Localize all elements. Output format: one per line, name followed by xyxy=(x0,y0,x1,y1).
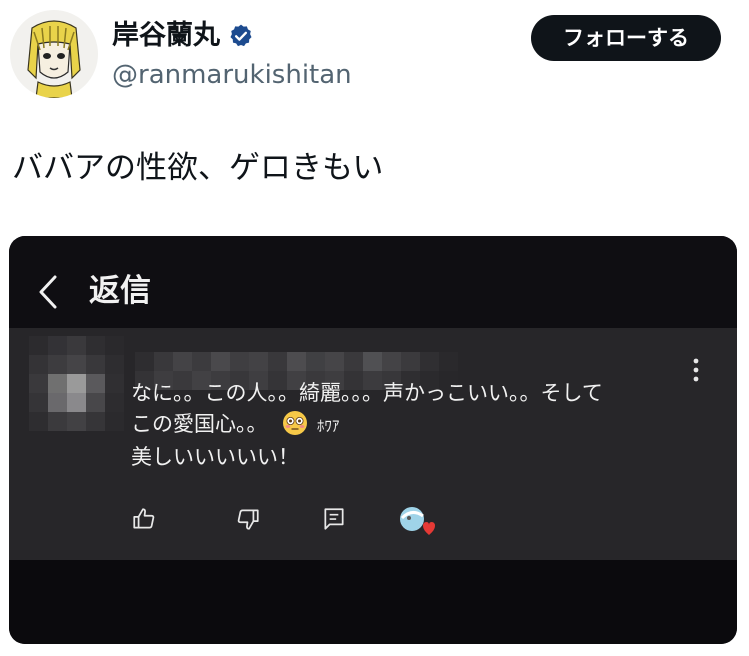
mosaic-cell xyxy=(105,374,124,393)
comment-line-2: この愛国心。。 ﾎﾜｱ xyxy=(131,409,603,442)
dislike-icon[interactable] xyxy=(235,506,261,532)
comment-text: なに。。この人。。綺麗。。。声かっこいい。。そして この愛国心。。 ﾎﾜｱ 美し… xyxy=(131,378,603,473)
mosaic-cell xyxy=(48,355,67,374)
mosaic-cell xyxy=(135,352,154,371)
mosaic-cell xyxy=(420,352,439,371)
blurred-avatar xyxy=(29,336,124,431)
mosaic-cell xyxy=(382,352,401,371)
display-name[interactable]: 岸谷蘭丸 xyxy=(112,18,220,54)
mosaic-cell xyxy=(401,352,420,371)
comment-action-bar xyxy=(131,506,451,536)
mosaic-cell xyxy=(211,352,230,371)
mosaic-cell xyxy=(154,352,173,371)
comment-panel: なに。。この人。。綺麗。。。声かっこいい。。そして この愛国心。。 ﾎﾜｱ 美し… xyxy=(9,328,737,560)
user-handle[interactable]: @ranmarukishitan xyxy=(112,58,352,92)
comment-line-1: なに。。この人。。綺麗。。。声かっこいい。。そして xyxy=(131,381,603,405)
mosaic-cell xyxy=(105,412,124,431)
mosaic-cell xyxy=(67,355,86,374)
more-vertical-icon xyxy=(693,358,699,382)
cartoon-girl-avatar-icon xyxy=(10,10,98,98)
mosaic-cell xyxy=(105,336,124,355)
mosaic-cell xyxy=(439,352,458,371)
mosaic-cell xyxy=(86,336,105,355)
mosaic-cell xyxy=(29,336,48,355)
mosaic-cell xyxy=(173,352,192,371)
tweet-page: 岸谷蘭丸 @ranmarukishitan フォローする ババアの性欲、ゲロきも… xyxy=(0,0,749,656)
mosaic-cell xyxy=(67,374,86,393)
mosaic-cell xyxy=(192,352,211,371)
tweet-text: ババアの性欲、ゲロきもい xyxy=(12,150,384,186)
display-name-row[interactable]: 岸谷蘭丸 xyxy=(112,18,254,54)
mosaic-cell xyxy=(306,352,325,371)
mosaic-cell xyxy=(48,336,67,355)
reply-icon[interactable] xyxy=(321,506,347,532)
mosaic-cell xyxy=(86,374,105,393)
mosaic-cell xyxy=(344,352,363,371)
follow-button[interactable]: フォローする xyxy=(531,15,721,61)
comment-line-3: 美しいいいいい！ xyxy=(131,445,299,469)
mosaic-cell xyxy=(29,393,48,412)
flushed-face-emoji-icon xyxy=(283,411,308,435)
media-bottom-area xyxy=(9,560,737,644)
mosaic-cell xyxy=(67,393,86,412)
mosaic-cell xyxy=(86,412,105,431)
verified-badge-icon xyxy=(230,24,252,47)
mosaic-cell xyxy=(86,393,105,412)
mosaic-cell xyxy=(29,355,48,374)
mosaic-cell xyxy=(230,352,249,371)
comment-line-2-text: この愛国心。。 xyxy=(131,412,268,436)
media-header-title: 返信 xyxy=(89,273,151,309)
mosaic-cell xyxy=(48,412,67,431)
like-icon[interactable] xyxy=(131,506,157,532)
mosaic-cell xyxy=(67,412,86,431)
mosaic-cell xyxy=(105,355,124,374)
creator-heart-icon xyxy=(400,507,435,535)
mosaic-cell xyxy=(249,352,268,371)
tweet-media-image[interactable]: 返信 なに。。この人。。綺麗。。。声かっこいい。。そして この愛国心。。 ﾎﾜｱ… xyxy=(9,236,737,644)
mosaic-cell xyxy=(268,352,287,371)
mosaic-cell xyxy=(29,412,48,431)
mosaic-cell xyxy=(48,393,67,412)
comment-line-2-suffix: ﾎﾜｱ xyxy=(316,417,340,435)
mosaic-cell xyxy=(325,352,344,371)
media-header: 返信 xyxy=(9,236,737,328)
mosaic-cell xyxy=(67,336,86,355)
avatar[interactable] xyxy=(10,10,98,98)
mosaic-cell xyxy=(363,352,382,371)
mosaic-cell xyxy=(105,393,124,412)
chevron-left-icon xyxy=(39,275,57,309)
mosaic-cell xyxy=(48,374,67,393)
mosaic-cell xyxy=(29,374,48,393)
mosaic-cell xyxy=(287,352,306,371)
mosaic-cell xyxy=(86,355,105,374)
